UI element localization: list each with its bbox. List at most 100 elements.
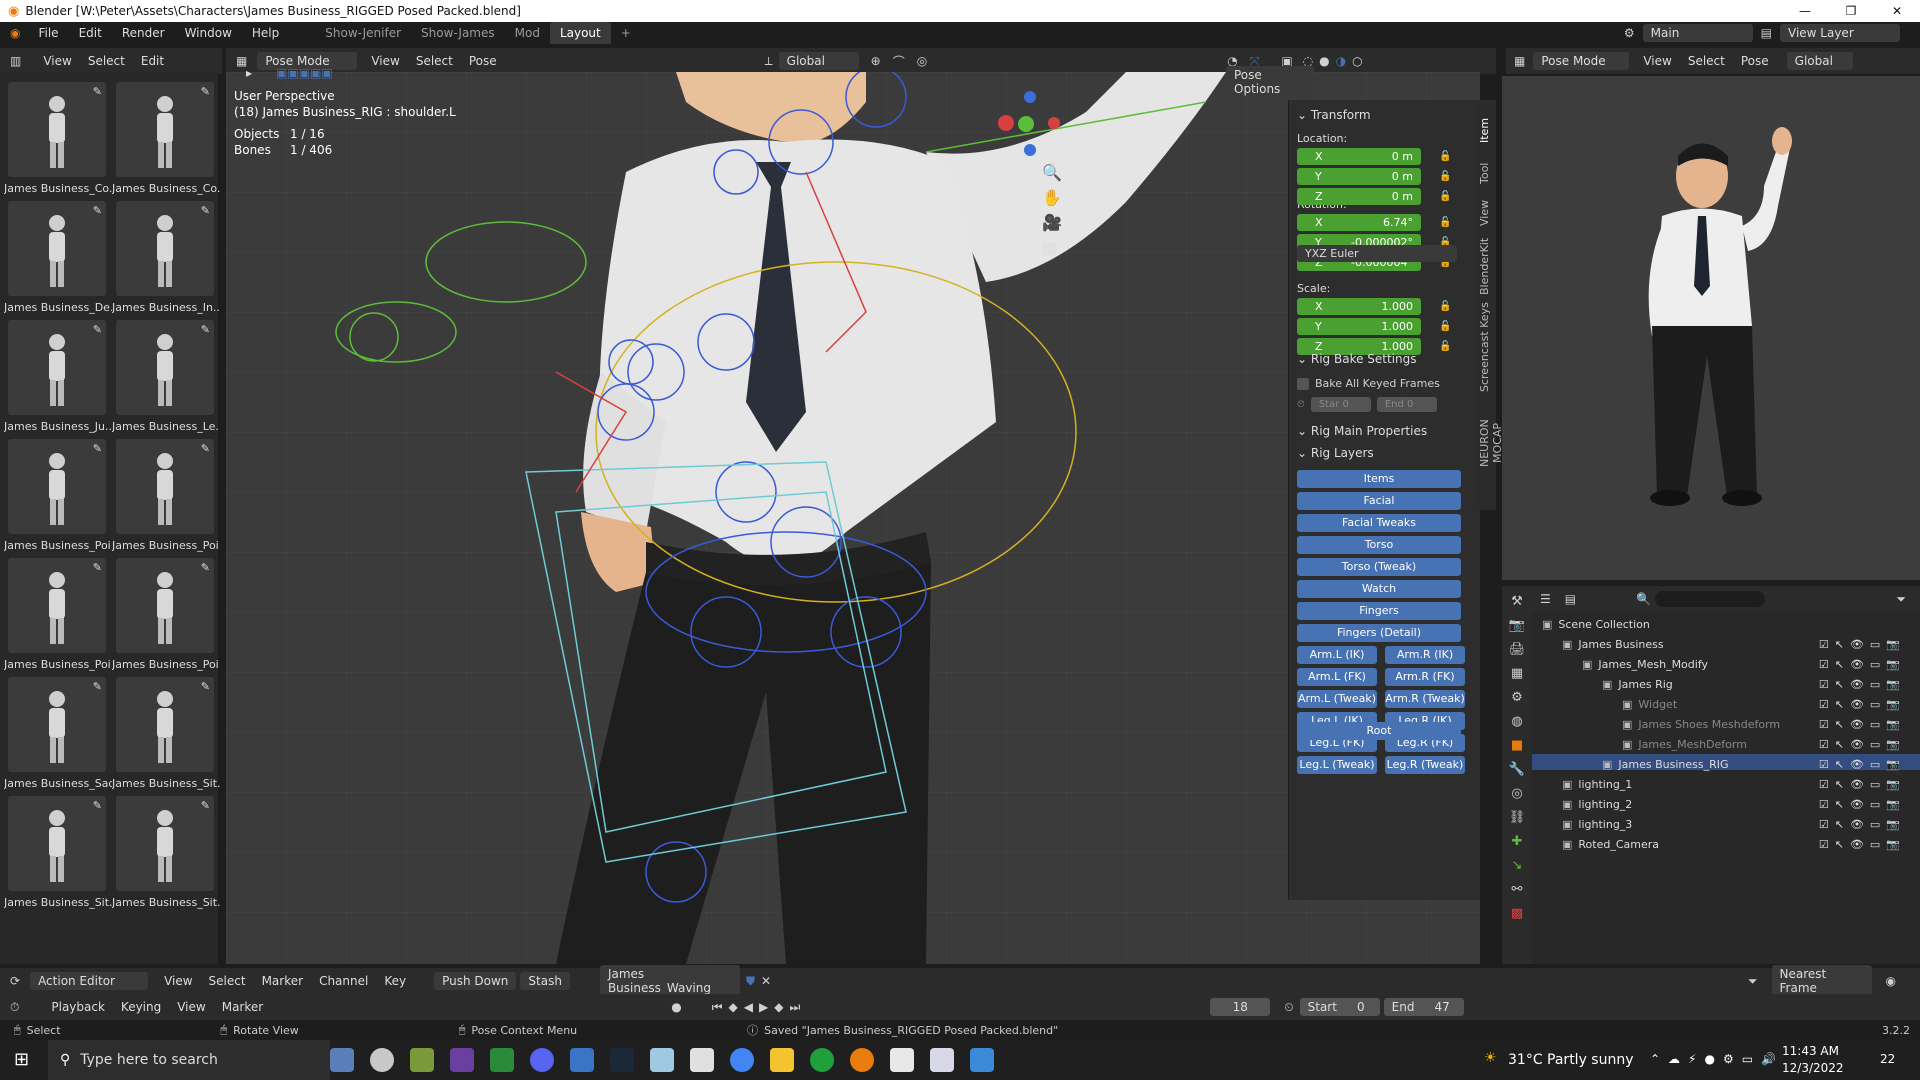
- blender-menu-icon[interactable]: ◉: [10, 26, 20, 40]
- proportional-edit-icon[interactable]: ◎: [917, 54, 927, 68]
- outliner-row[interactable]: ▣ James Rig: [1602, 678, 1673, 691]
- bake-start-field[interactable]: Star 0: [1310, 397, 1371, 412]
- timeline-editor-icon[interactable]: ⏱: [10, 1000, 19, 1015]
- filter-icon[interactable]: ⏷: [1896, 592, 1906, 607]
- camera-preview-viewport[interactable]: [1502, 76, 1920, 580]
- weather-text[interactable]: 31°C Partly sunny: [1508, 1052, 1634, 1068]
- preview-menu-view[interactable]: View: [1635, 54, 1679, 68]
- tab-tool[interactable]: Tool: [1478, 156, 1496, 190]
- transform-orientation-selector[interactable]: Global: [778, 52, 859, 70]
- rig-layer-button[interactable]: Arm.L (IK): [1297, 646, 1377, 664]
- lock-icon[interactable]: 🔓: [1439, 301, 1451, 312]
- texture-tab-icon[interactable]: ▩: [1502, 902, 1532, 926]
- upwork-icon[interactable]: [810, 1048, 834, 1072]
- output-tab-icon[interactable]: 🖨: [1502, 638, 1532, 662]
- select-tool-icon[interactable]: ▸: [246, 66, 252, 80]
- scl-x-field[interactable]: X 1.000: [1297, 298, 1421, 315]
- loc-z-field[interactable]: Z 0 m: [1297, 188, 1421, 205]
- edit-asset-icon[interactable]: ✎: [93, 442, 102, 455]
- outliner-row[interactable]: ▣ Widget: [1622, 698, 1677, 711]
- lock-icon[interactable]: 🔓: [1439, 151, 1451, 162]
- blender-taskbar-icon[interactable]: [850, 1048, 874, 1072]
- slack-icon[interactable]: [890, 1048, 914, 1072]
- action-selector[interactable]: James Business_Waving: [599, 965, 740, 997]
- menu-help[interactable]: Help: [242, 22, 289, 44]
- play-reverse-icon[interactable]: ◀: [744, 1000, 753, 1014]
- tab-neuron-mocap[interactable]: NEURON MOCAP: [1478, 398, 1504, 488]
- rig-layer-button[interactable]: Torso (Tweak): [1297, 558, 1461, 576]
- action-menu-channel[interactable]: Channel: [311, 974, 376, 988]
- edit-asset-icon[interactable]: ✎: [201, 799, 210, 812]
- obs-icon[interactable]: [370, 1048, 394, 1072]
- bake-all-checkbox[interactable]: [1297, 377, 1309, 390]
- file-explorer-icon[interactable]: [770, 1048, 794, 1072]
- app-icon[interactable]: [410, 1048, 434, 1072]
- action-menu-view[interactable]: View: [156, 974, 200, 988]
- menu-render[interactable]: Render: [112, 22, 175, 44]
- rig-layer-button[interactable]: Fingers (Detail): [1297, 624, 1461, 642]
- notes-icon[interactable]: [650, 1048, 674, 1072]
- action-menu-marker[interactable]: Marker: [254, 974, 311, 988]
- close-button[interactable]: ✕: [1874, 4, 1920, 18]
- tab-layout[interactable]: Layout: [549, 22, 611, 44]
- rig-layer-button[interactable]: Arm.L (Tweak): [1297, 690, 1377, 708]
- action-editor-mode-selector[interactable]: Action Editor: [30, 972, 149, 990]
- pivot-icon[interactable]: ⊕: [871, 54, 881, 68]
- filter-funnel-icon[interactable]: ⏷: [1748, 974, 1758, 989]
- rig-layer-button[interactable]: Watch: [1297, 580, 1461, 598]
- rig-layers-section-header[interactable]: ⌄ Rig Layers: [1297, 446, 1374, 460]
- scene-tab-icon[interactable]: ⚙: [1502, 686, 1532, 710]
- visibility-toggles-icon[interactable]: ☑↖👁▭📷: [1819, 838, 1906, 851]
- visibility-toggles-icon[interactable]: ☑↖👁▭📷: [1819, 718, 1906, 731]
- visibility-toggles-icon[interactable]: ☑↖👁▭📷: [1819, 638, 1906, 651]
- outliner-row[interactable]: ▣ lighting_3: [1562, 818, 1632, 831]
- outliner-search-input[interactable]: [1655, 591, 1766, 607]
- render-tab-icon[interactable]: 📷: [1502, 614, 1532, 638]
- rig-layer-button[interactable]: Leg.R (Tweak): [1385, 756, 1465, 774]
- pose-asset-thumbnail[interactable]: ✎ James Business_Sad: [4, 677, 112, 790]
- tab-show-james[interactable]: Show-James: [411, 22, 505, 44]
- rig-layer-button[interactable]: Fingers: [1297, 602, 1461, 620]
- calculator-icon[interactable]: [570, 1048, 594, 1072]
- outliner-row[interactable]: ▣ lighting_1: [1562, 778, 1632, 791]
- asset-menu-view[interactable]: View: [35, 54, 79, 68]
- menu-edit[interactable]: Edit: [69, 22, 112, 44]
- edit-asset-icon[interactable]: ✎: [201, 442, 210, 455]
- grid-perspective-icon[interactable]: ▦: [1042, 235, 1062, 260]
- select-box-icon[interactable]: ▣▣▣▣▣: [276, 66, 333, 80]
- pose-asset-thumbnail[interactable]: ✎ James Business_In...: [112, 201, 220, 314]
- rig-bake-section-header[interactable]: ⌄ Rig Bake Settings: [1297, 352, 1417, 366]
- visibility-toggles-icon[interactable]: ☑↖👁▭📷: [1819, 758, 1906, 771]
- edit-asset-icon[interactable]: ✎: [201, 204, 210, 217]
- rig-layer-button[interactable]: Leg.L (Tweak): [1297, 756, 1377, 774]
- proportional-icon[interactable]: ◉: [1886, 974, 1896, 988]
- rot-x-field[interactable]: X 6.74°: [1297, 214, 1421, 231]
- loc-x-field[interactable]: X 0 m: [1297, 148, 1421, 165]
- rig-layer-button[interactable]: Arm.R (IK): [1385, 646, 1465, 664]
- visibility-toggles-icon[interactable]: ☑↖👁▭📷: [1819, 818, 1906, 831]
- steam-icon[interactable]: [610, 1048, 634, 1072]
- tab-mod[interactable]: Mod: [505, 22, 550, 44]
- outliner-row[interactable]: ▣ James_Mesh_Modify: [1582, 658, 1708, 671]
- edit-asset-icon[interactable]: ✎: [93, 561, 102, 574]
- preview-editor-icon[interactable]: ▦: [1514, 54, 1525, 68]
- object-tab-icon[interactable]: ■: [1502, 734, 1532, 758]
- taskbar-search-box[interactable]: ⚲ Type here to search: [48, 1040, 330, 1080]
- outliner-row[interactable]: ▣ Scene Collection: [1542, 618, 1650, 631]
- bake-end-field[interactable]: End 0: [1376, 397, 1437, 412]
- prev-key-icon[interactable]: ◆: [729, 1000, 738, 1014]
- editor-type-icon[interactable]: ▥: [10, 54, 21, 68]
- preview-menu-select[interactable]: Select: [1680, 54, 1733, 68]
- tool-tab-icon[interactable]: ⚒: [1502, 590, 1532, 614]
- visibility-toggles-icon[interactable]: ☑↖👁▭📷: [1819, 678, 1906, 691]
- photos-icon[interactable]: [970, 1048, 994, 1072]
- rig-layer-button[interactable]: Facial Tweaks: [1297, 514, 1461, 532]
- edit-asset-icon[interactable]: ✎: [93, 85, 102, 98]
- visibility-toggles-icon[interactable]: ☑↖👁▭📷: [1819, 698, 1906, 711]
- pose-asset-thumbnail[interactable]: ✎ James Business_De...: [4, 201, 112, 314]
- clock-time[interactable]: 11:43 AM: [1782, 1044, 1839, 1058]
- visibility-toggles-icon[interactable]: ☑↖👁▭📷: [1819, 738, 1906, 751]
- display-mode-icon[interactable]: ▤: [1565, 592, 1576, 606]
- rig-layer-root-button[interactable]: Root: [1297, 722, 1461, 740]
- lock-icon[interactable]: 🔓: [1439, 321, 1451, 332]
